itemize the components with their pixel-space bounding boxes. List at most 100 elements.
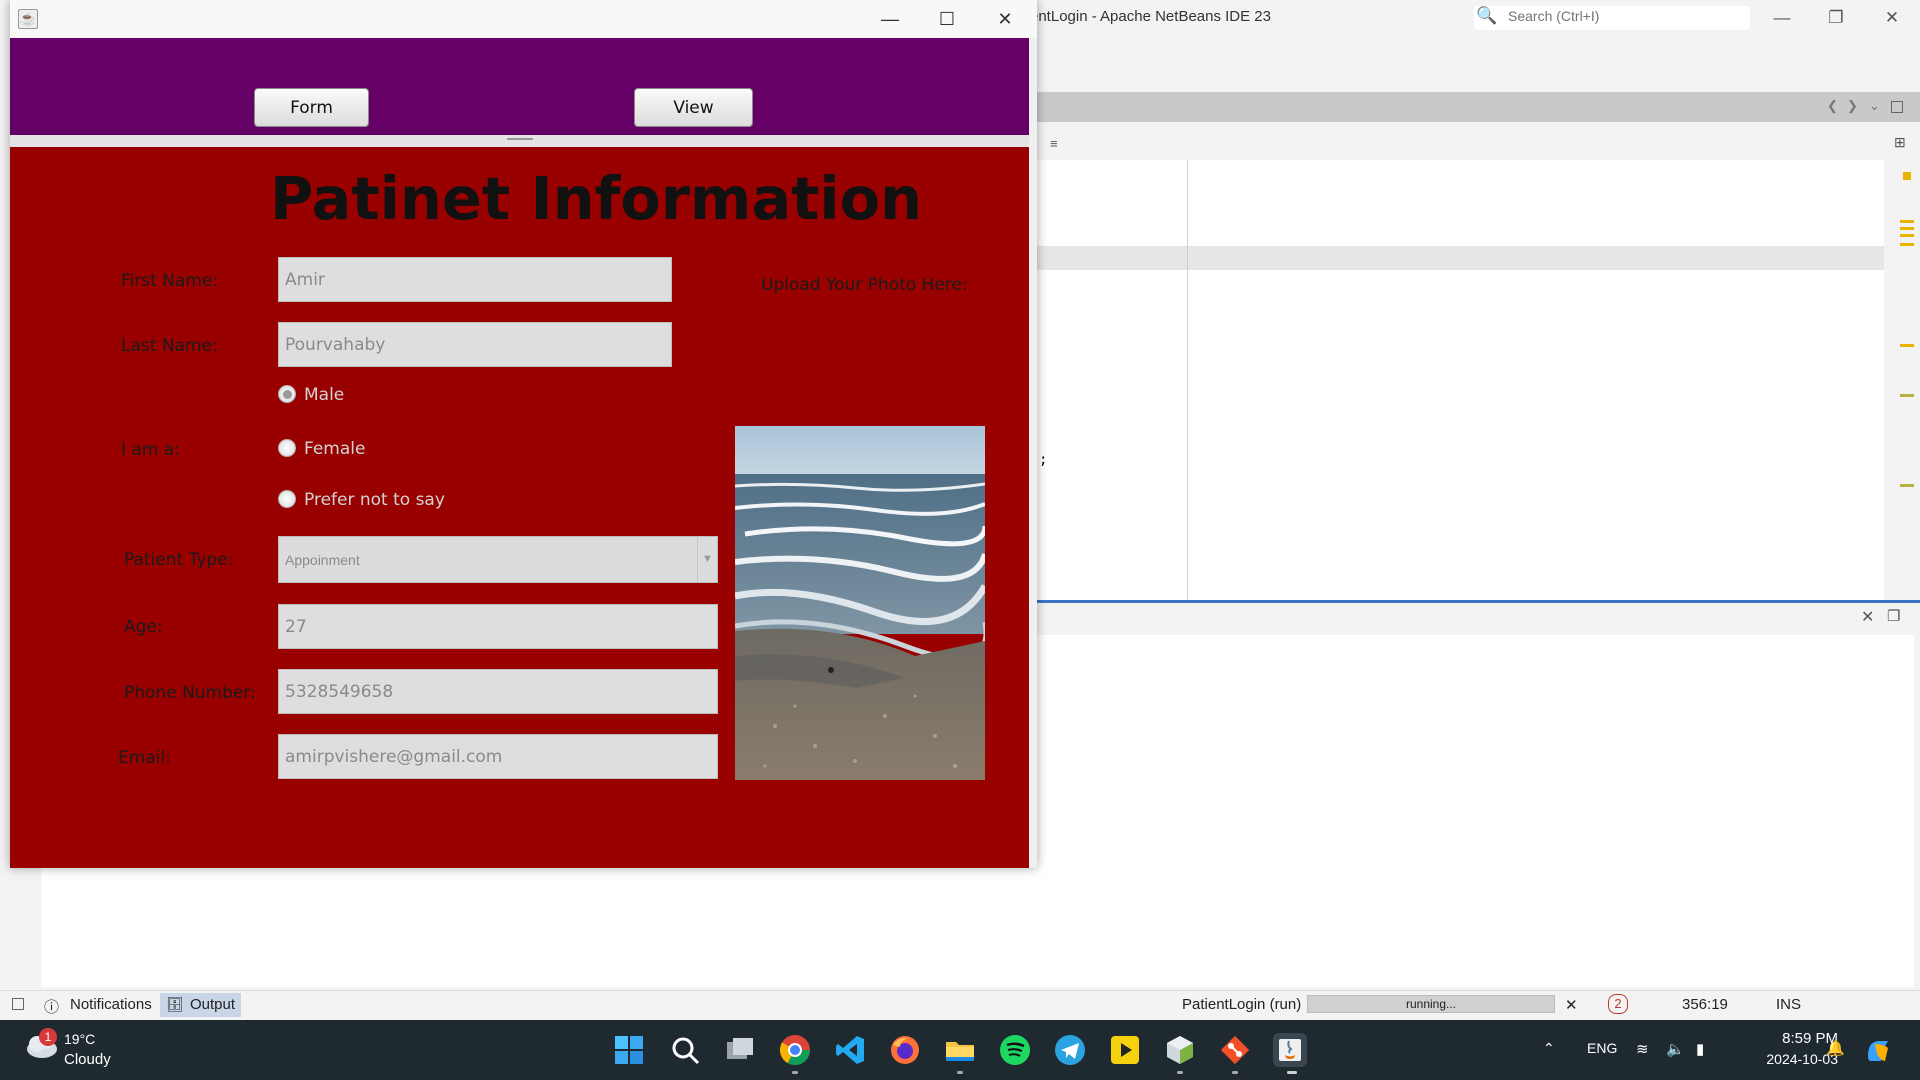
email-field[interactable]	[278, 734, 718, 779]
box-app-running-indicator	[1177, 1071, 1183, 1074]
email-label: Email:	[118, 748, 171, 768]
gender-option-female[interactable]: Female	[304, 439, 365, 459]
spotify-icon[interactable]	[998, 1033, 1032, 1067]
phone-label: Phone Number:	[124, 683, 256, 703]
output-icon[interactable]: 🗄	[166, 996, 184, 1013]
close-output-icon[interactable]: ✕	[1861, 607, 1874, 627]
tab-scroll-left-icon[interactable]: ❮	[1827, 98, 1838, 114]
gender-radio-male[interactable]	[278, 385, 296, 403]
last-name-field[interactable]	[278, 322, 672, 367]
java-cup-icon: ☕	[18, 9, 38, 29]
view-button[interactable]: View	[634, 88, 753, 127]
last-name-label: Last Name:	[121, 336, 218, 356]
warning-marker[interactable]	[1903, 172, 1911, 180]
telegram-icon[interactable]	[1053, 1033, 1087, 1067]
gender-radio-prefer-not[interactable]	[278, 490, 296, 508]
form-button[interactable]: Form	[254, 88, 369, 127]
warning-marker[interactable]	[1900, 394, 1914, 397]
warning-marker[interactable]	[1900, 484, 1914, 487]
patient-photo[interactable]	[735, 426, 985, 780]
tab-list-chevron-down-icon[interactable]: ⌄	[1869, 98, 1880, 114]
task-view-icon[interactable]	[723, 1033, 757, 1067]
patient-type-select[interactable]: Appoinment ▼	[278, 536, 718, 583]
copilot-icon[interactable]	[1863, 1036, 1893, 1066]
warning-marker[interactable]	[1900, 243, 1914, 246]
java-running-indicator	[1287, 1071, 1297, 1074]
cancel-run-icon[interactable]: ✕	[1565, 996, 1578, 1014]
restore-output-icon[interactable]: ❐	[1887, 607, 1900, 625]
weather-temperature[interactable]: 19°C	[64, 1031, 95, 1047]
ide-search-input[interactable]	[1508, 8, 1748, 24]
3d-box-app-icon[interactable]	[1163, 1033, 1197, 1067]
run-task-label[interactable]: PatientLogin (run)	[1182, 996, 1301, 1013]
patient-type-value[interactable]: Appoinment	[285, 552, 360, 568]
ide-statusbar	[0, 990, 1920, 1020]
phone-field[interactable]	[278, 669, 718, 714]
error-stripe[interactable]	[1884, 160, 1920, 600]
panel-toggle-icon[interactable]	[12, 998, 24, 1010]
git-icon[interactable]	[1218, 1033, 1252, 1067]
gender-option-male[interactable]: Male	[304, 385, 344, 405]
current-line-highlight	[1037, 246, 1884, 270]
toggle-comment-icon[interactable]: ≡	[1050, 136, 1058, 151]
chrome-running-indicator	[792, 1071, 798, 1074]
error-count-badge[interactable]: 2	[1608, 994, 1628, 1014]
chevron-up-icon[interactable]: ⌃	[1543, 1040, 1555, 1057]
vscode-icon[interactable]	[833, 1033, 867, 1067]
search-icon[interactable]: 🔍	[1476, 6, 1497, 26]
explorer-running-indicator	[957, 1071, 963, 1074]
warning-marker[interactable]	[1900, 227, 1914, 230]
battery-icon[interactable]: ▮	[1696, 1040, 1704, 1058]
start-icon[interactable]	[612, 1033, 646, 1067]
run-progress-bar: running...	[1307, 995, 1555, 1013]
kmplayer-icon[interactable]	[1108, 1033, 1142, 1067]
warning-marker[interactable]	[1900, 234, 1914, 237]
first-name-label: First Name:	[121, 271, 219, 291]
upload-photo-label: Upload Your Photo Here:	[761, 275, 968, 295]
app-close-button[interactable]: ✕	[982, 4, 1028, 34]
chevron-down-icon[interactable]: ▼	[697, 537, 717, 582]
notifications-tab[interactable]: Notifications	[70, 996, 152, 1013]
app-minimize-button[interactable]: —	[867, 4, 913, 34]
notification-bell-icon[interactable]: 🔔	[1826, 1039, 1845, 1057]
right-margin-guide	[1187, 160, 1188, 600]
weather-description[interactable]: Cloudy	[64, 1051, 111, 1068]
file-explorer-icon[interactable]	[943, 1033, 977, 1067]
chrome-icon[interactable]	[778, 1033, 812, 1067]
ide-close-button[interactable]: ✕	[1872, 4, 1912, 32]
code-fragment: ;	[1039, 452, 1048, 468]
cursor-position: 356:19	[1682, 996, 1728, 1013]
ide-restore-button[interactable]: ❐	[1816, 4, 1856, 32]
first-name-field[interactable]	[278, 257, 672, 302]
firefox-icon[interactable]	[888, 1033, 922, 1067]
language-indicator[interactable]: ENG	[1587, 1040, 1617, 1056]
warning-marker[interactable]	[1900, 344, 1914, 347]
patient-type-label: Patient Type:	[124, 550, 234, 570]
split-editor-icon[interactable]: ⊞	[1894, 134, 1906, 151]
git-running-indicator	[1232, 1071, 1238, 1074]
clock-date[interactable]: 2024-10-03	[1736, 1051, 1838, 1067]
ide-minimize-button[interactable]: —	[1762, 4, 1802, 32]
output-panel-header	[1037, 603, 1920, 635]
taskbar-search-icon[interactable]	[668, 1033, 702, 1067]
output-tab-label[interactable]: Output	[190, 996, 235, 1013]
code-editor[interactable]	[1037, 160, 1884, 600]
split-pane-divider[interactable]	[10, 135, 1029, 147]
warning-marker[interactable]	[1900, 220, 1914, 223]
wifi-icon[interactable]: ≋	[1636, 1040, 1649, 1058]
ide-editor-toolbar	[1037, 130, 1920, 158]
ide-editor-tabbar	[1037, 92, 1920, 122]
maximize-editor-icon[interactable]	[1891, 101, 1903, 113]
tab-scroll-right-icon[interactable]: ❯	[1847, 98, 1858, 114]
insert-mode: INS	[1776, 996, 1802, 1013]
app-maximize-button[interactable]: ☐	[924, 4, 970, 34]
notifications-icon[interactable]: ⓘ	[44, 996, 59, 1017]
form-title: Patinet Information	[270, 164, 923, 233]
gender-radio-female[interactable]	[278, 439, 296, 457]
gender-label: I am a:	[121, 440, 180, 460]
age-field[interactable]	[278, 604, 718, 649]
divider-grip[interactable]	[507, 138, 533, 140]
java-app-icon[interactable]	[1273, 1033, 1307, 1067]
gender-option-prefer-not[interactable]: Prefer not to say	[304, 490, 445, 510]
volume-icon[interactable]: 🔈	[1666, 1040, 1685, 1058]
